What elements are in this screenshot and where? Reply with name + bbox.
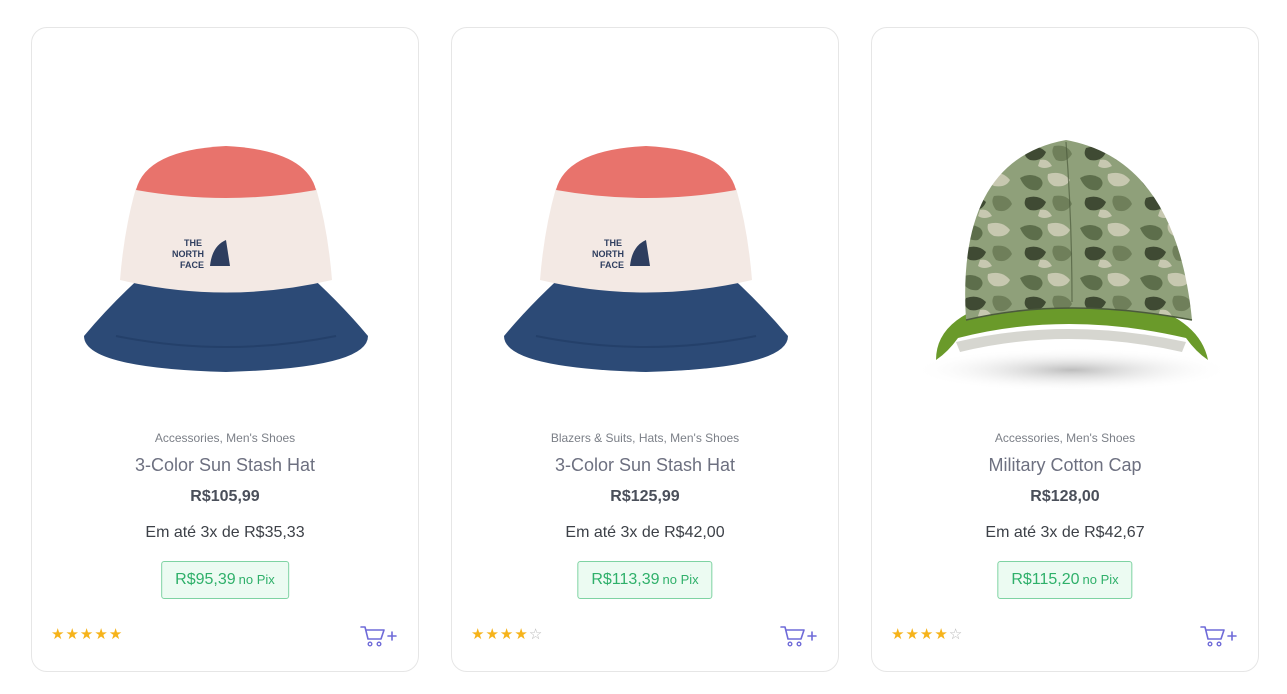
pix-price-badge: R$115,20 no Pix [997,561,1133,599]
rating-stars: ★ ★ ★ ★ ☆ [891,626,962,642]
product-image[interactable]: THE NORTH FACE [46,100,406,420]
bucket-hat-image: THE NORTH FACE [504,146,788,372]
pix-price: R$113,39 [591,571,660,588]
star-filled-icon: ★ [51,625,65,643]
product-installments: Em até 3x de R$35,33 [145,524,305,541]
svg-text:NORTH: NORTH [592,249,624,259]
add-to-cart-button[interactable] [780,624,818,648]
product-installments: Em até 3x de R$42,67 [985,524,1145,541]
star-filled-icon: ★ [934,625,948,643]
star-filled-icon: ★ [471,625,485,643]
bucket-hat-image: THE NORTH FACE [84,146,368,372]
product-installments: Em até 3x de R$42,00 [565,524,725,541]
pix-label: no Pix [662,572,699,587]
product-card[interactable]: Accessories, Men's Shoes Military Cotton… [871,27,1259,672]
product-categories[interactable]: Blazers & Suits, Hats, Men's Shoes [452,431,838,445]
svg-text:FACE: FACE [180,260,204,270]
star-empty-icon: ☆ [528,625,543,643]
product-image[interactable] [886,100,1246,420]
product-card[interactable]: THE NORTH FACE Blazers & Suits, Hats, Me… [451,27,839,672]
svg-text:FACE: FACE [600,260,624,270]
product-name[interactable]: 3-Color Sun Stash Hat [32,455,418,476]
pix-price: R$95,39 [175,571,236,588]
svg-text:NORTH: NORTH [172,249,204,259]
product-card[interactable]: THE NORTH FACE Accessories, Men's Shoes … [31,27,419,672]
star-empty-icon: ☆ [948,625,963,643]
rating-stars: ★ ★ ★ ★ ★ [51,626,122,642]
svg-text:THE: THE [184,238,202,248]
product-categories[interactable]: Accessories, Men's Shoes [872,431,1258,445]
star-filled-icon: ★ [108,625,123,643]
star-filled-icon: ★ [485,625,499,643]
star-filled-icon: ★ [94,625,108,643]
star-filled-icon: ★ [891,625,905,643]
product-grid: THE NORTH FACE Accessories, Men's Shoes … [0,0,1287,694]
product-price: R$128,00 [1030,488,1100,505]
svg-text:THE: THE [604,238,622,248]
product-categories[interactable]: Accessories, Men's Shoes [32,431,418,445]
pix-label: no Pix [1082,572,1119,587]
cart-plus-icon [780,626,817,647]
pix-price: R$115,20 [1011,571,1080,588]
cart-plus-icon [360,626,397,647]
camo-cap-image [912,140,1232,392]
product-name[interactable]: Military Cotton Cap [872,455,1258,476]
star-filled-icon: ★ [905,625,919,643]
add-to-cart-button[interactable] [360,624,398,648]
star-filled-icon: ★ [65,625,79,643]
product-price: R$105,99 [190,488,260,505]
star-filled-icon: ★ [499,625,514,643]
star-filled-icon: ★ [919,625,934,643]
product-image[interactable]: THE NORTH FACE [466,100,826,420]
rating-stars: ★ ★ ★ ★ ☆ [471,626,542,642]
product-price: R$125,99 [610,488,680,505]
cart-plus-icon [1200,626,1237,647]
pix-price-badge: R$95,39 no Pix [161,561,289,599]
add-to-cart-button[interactable] [1200,624,1238,648]
pix-price-badge: R$113,39 no Pix [577,561,713,599]
pix-label: no Pix [238,572,275,587]
star-filled-icon: ★ [514,625,528,643]
star-filled-icon: ★ [79,625,94,643]
product-name[interactable]: 3-Color Sun Stash Hat [452,455,838,476]
